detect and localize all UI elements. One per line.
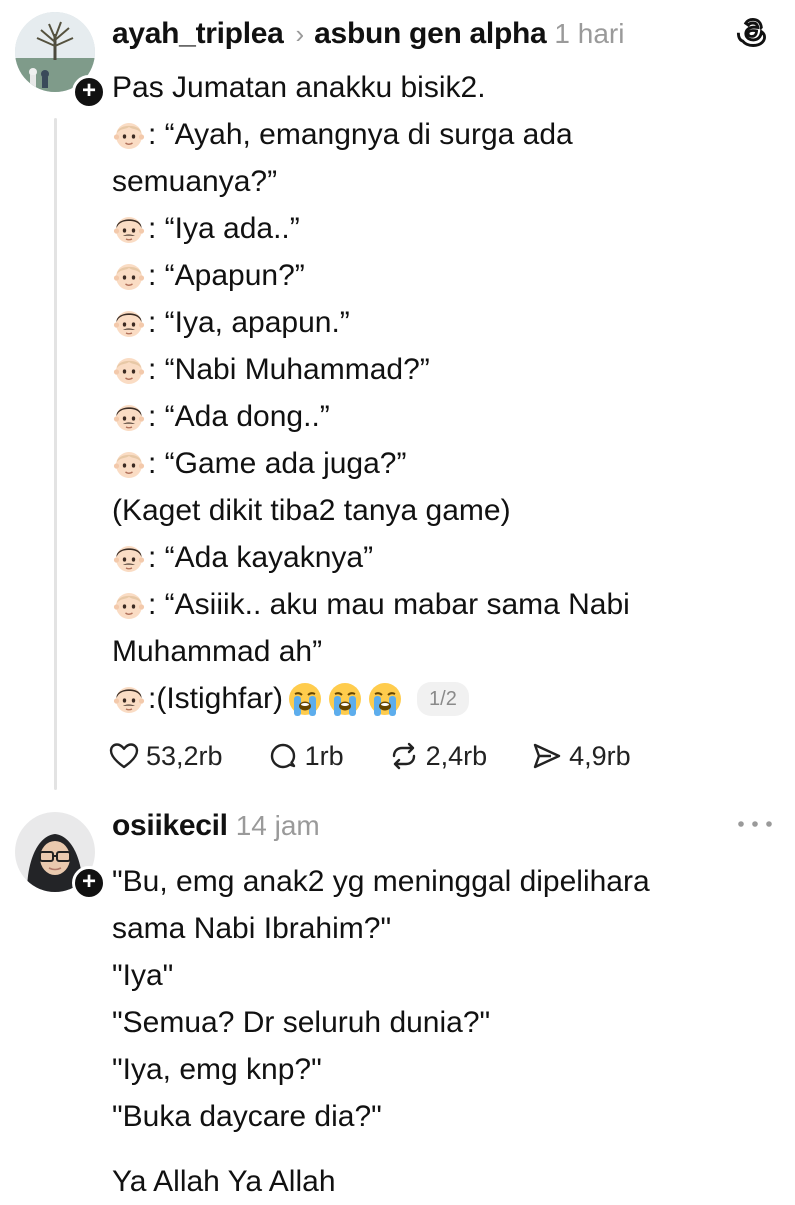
- heart-icon: [109, 743, 139, 769]
- follow-plus-button[interactable]: +: [72, 75, 106, 109]
- post-text-line: "Iya, emg knp?": [112, 1053, 322, 1086]
- post-header: ayah_triplea › asbun gen alpha 1 hari: [112, 14, 624, 54]
- man-face-emoji-icon: [113, 686, 145, 713]
- post-text-line: [112, 1140, 752, 1158]
- post-text-line: : “Ayah, emangnya di surga ada: [112, 111, 752, 158]
- child-face-emoji-icon: [113, 263, 145, 290]
- share-button[interactable]: 4,9rb: [531, 740, 631, 772]
- post-text-line: semuanya?”: [112, 158, 752, 205]
- post-text-line: "Semua? Dr seluruh dunia?": [112, 1006, 491, 1039]
- post-text-line: sama Nabi Ibrahim?": [112, 912, 392, 945]
- username[interactable]: ayah_triplea: [112, 17, 284, 51]
- post-text-line: Pas Jumatan anakku bisik2.: [112, 64, 752, 111]
- child-face-emoji-icon: [113, 592, 145, 619]
- loudly-crying-face-emoji-icon: [289, 682, 322, 716]
- action-bar: 53,2rb 1rb 2,4rb 4,9rb: [108, 734, 675, 778]
- comment-icon: [270, 743, 295, 769]
- post-text-line: Ya Allah Ya Allah: [112, 1165, 336, 1198]
- chevron-right-icon: ›: [295, 18, 305, 49]
- timestamp: 14 jam: [235, 810, 320, 841]
- threads-logo-icon[interactable]: [736, 14, 772, 50]
- repost-button[interactable]: 2,4rb: [388, 740, 488, 772]
- post-text: semuanya?”: [112, 165, 278, 198]
- post-text: : “Nabi Muhammad?”: [148, 353, 430, 386]
- loudly-crying-face-emoji-icon: [369, 682, 402, 716]
- username[interactable]: osiikecil: [112, 809, 228, 843]
- post-text: : “Asiiik.. aku mau mabar sama Nabi: [148, 588, 630, 621]
- send-icon: [533, 743, 561, 769]
- post-text-line: "Bu, emg anak2 yg meninggal dipelihara: [112, 865, 650, 898]
- post-text-line: : “Iya ada..”: [112, 205, 752, 252]
- post-text-line: "Iya": [112, 959, 174, 992]
- post-text-line: : “Ada dong..”: [112, 393, 752, 440]
- child-face-emoji-icon: [113, 357, 145, 384]
- post-text: :(Istighfar): [148, 682, 284, 715]
- post-text: : “Ayah, emangnya di surga ada: [148, 118, 573, 151]
- post-body: "Bu, emg anak2 yg meninggal dipelihara sa…: [112, 858, 752, 1205]
- post-body: Pas Jumatan anakku bisik2. : “Ayah, emang…: [112, 64, 752, 722]
- post-text: : “Iya ada..”: [148, 212, 300, 245]
- man-face-emoji-icon: [113, 310, 145, 337]
- post-text: : “Game ada juga?”: [148, 447, 407, 480]
- post-text-line: : “Nabi Muhammad?”: [112, 346, 752, 393]
- post-text: (Kaget dikit tiba2 tanya game): [112, 494, 511, 527]
- child-face-emoji-icon: [113, 122, 145, 149]
- man-face-emoji-icon: [113, 545, 145, 572]
- post-text: : “Ada kayaknya”: [148, 541, 374, 574]
- reply-count: 1rb: [304, 740, 344, 771]
- post-text: Pas Jumatan anakku bisik2.: [112, 71, 486, 104]
- post-text: Muhammad ah”: [112, 635, 323, 668]
- post-text-line: : “Asiiik.. aku mau mabar sama Nabi: [112, 581, 752, 628]
- thread-connector-line: [54, 118, 57, 790]
- carousel-page-indicator: 1/2: [417, 681, 469, 716]
- post-text-line: : “Game ada juga?”: [112, 440, 752, 487]
- post-text-line: :(Istighfar) 1/2: [112, 675, 752, 722]
- post-text-line: Muhammad ah”: [112, 628, 752, 675]
- share-count: 4,9rb: [569, 740, 631, 771]
- man-face-emoji-icon: [113, 404, 145, 431]
- post-text-line: (Kaget dikit tiba2 tanya game): [112, 487, 752, 534]
- community-name[interactable]: asbun gen alpha: [314, 17, 547, 51]
- child-face-emoji-icon: [113, 451, 145, 478]
- post-text: : “Iya, apapun.”: [148, 306, 350, 339]
- like-button[interactable]: 53,2rb: [108, 740, 223, 772]
- post-text: : “Ada dong..”: [148, 400, 330, 433]
- like-count: 53,2rb: [146, 740, 223, 771]
- post-text-line: "Buka daycare dia?": [112, 1100, 382, 1133]
- more-options-icon[interactable]: [736, 818, 774, 830]
- timestamp: 1 hari: [554, 18, 625, 49]
- loudly-crying-face-emoji-icon: [329, 682, 362, 716]
- post-text: : “Apapun?”: [148, 259, 305, 292]
- post-text-line: : “Iya, apapun.”: [112, 299, 752, 346]
- reply-button[interactable]: 1rb: [267, 740, 344, 772]
- post-header: osiikecil 14 jam: [112, 806, 320, 846]
- post-text-line: : “Apapun?”: [112, 252, 752, 299]
- follow-plus-button[interactable]: +: [72, 866, 106, 900]
- repost-count: 2,4rb: [425, 740, 488, 771]
- repost-icon: [392, 742, 415, 770]
- man-face-emoji-icon: [113, 216, 145, 243]
- post-text-line: : “Ada kayaknya”: [112, 534, 752, 581]
